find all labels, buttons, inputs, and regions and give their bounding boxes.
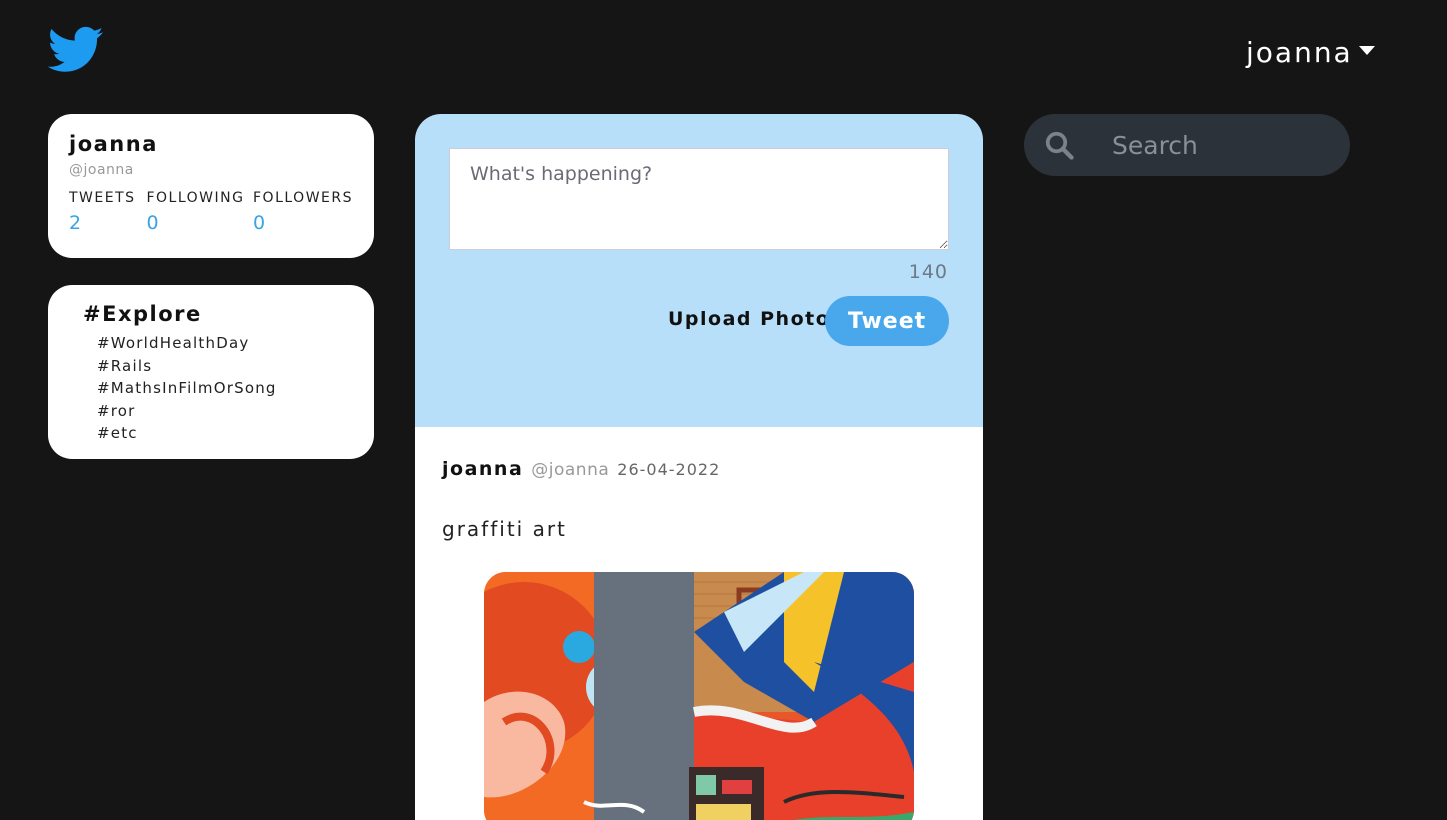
tweet-button[interactable]: Tweet — [825, 296, 949, 346]
stat-label: FOLLOWERS — [253, 190, 353, 206]
caret-down-icon — [1358, 46, 1375, 55]
profile-handle: @joanna — [69, 162, 134, 178]
search-icon[interactable] — [1044, 130, 1074, 160]
stat-label: FOLLOWING — [146, 190, 245, 206]
profile-stats: TWEETS 2 FOLLOWING 0 FOLLOWERS 0 — [69, 190, 353, 234]
explore-card: #Explore #WorldHealthDay #Rails #MathsIn… — [48, 285, 374, 459]
tweet-text: graffiti art — [442, 517, 567, 541]
user-menu-dropdown[interactable]: joanna — [1246, 36, 1375, 69]
stat-value[interactable]: 0 — [253, 212, 353, 234]
stat-tweets[interactable]: TWEETS 2 — [69, 190, 146, 234]
hashtag-link[interactable]: #MathsInFilmOrSong — [97, 377, 374, 400]
graffiti-image — [484, 572, 914, 820]
tweet-textarea[interactable] — [449, 148, 949, 250]
stat-value[interactable]: 0 — [146, 212, 253, 234]
tweet-card: joanna @joanna 26-04-2022 graffiti art — [415, 427, 983, 820]
profile-card: joanna @joanna TWEETS 2 FOLLOWING 0 FOLL… — [48, 114, 374, 258]
hashtag-link[interactable]: #WorldHealthDay — [97, 332, 374, 355]
compose-panel: 140 Upload Photo Tweet — [415, 114, 983, 427]
twitter-bird-icon[interactable] — [48, 26, 104, 74]
profile-name[interactable]: joanna — [69, 132, 353, 156]
hashtag-link[interactable]: #etc — [97, 422, 374, 445]
stat-label: TWEETS — [69, 190, 136, 206]
hashtag-link[interactable]: #ror — [97, 400, 374, 423]
user-menu-label: joanna — [1246, 36, 1353, 69]
hashtag-link[interactable]: #Rails — [97, 355, 374, 378]
stat-following[interactable]: FOLLOWING 0 — [146, 190, 253, 234]
tweet-date: 26-04-2022 — [617, 460, 721, 479]
stat-followers[interactable]: FOLLOWERS 0 — [253, 190, 353, 234]
search-input[interactable] — [1112, 124, 1332, 166]
tweet-author[interactable]: joanna — [442, 458, 523, 480]
upload-photo-button[interactable]: Upload Photo — [668, 308, 830, 330]
explore-title: #Explore — [83, 302, 202, 326]
hashtag-list: #WorldHealthDay #Rails #MathsInFilmOrSon… — [97, 332, 374, 445]
tweet-header: joanna @joanna 26-04-2022 — [442, 458, 720, 480]
char-counter: 140 — [908, 261, 948, 283]
search-box — [1024, 114, 1350, 176]
stat-value[interactable]: 2 — [69, 212, 146, 234]
tweet-handle[interactable]: @joanna — [531, 460, 609, 480]
tweet-photo[interactable] — [484, 572, 914, 820]
